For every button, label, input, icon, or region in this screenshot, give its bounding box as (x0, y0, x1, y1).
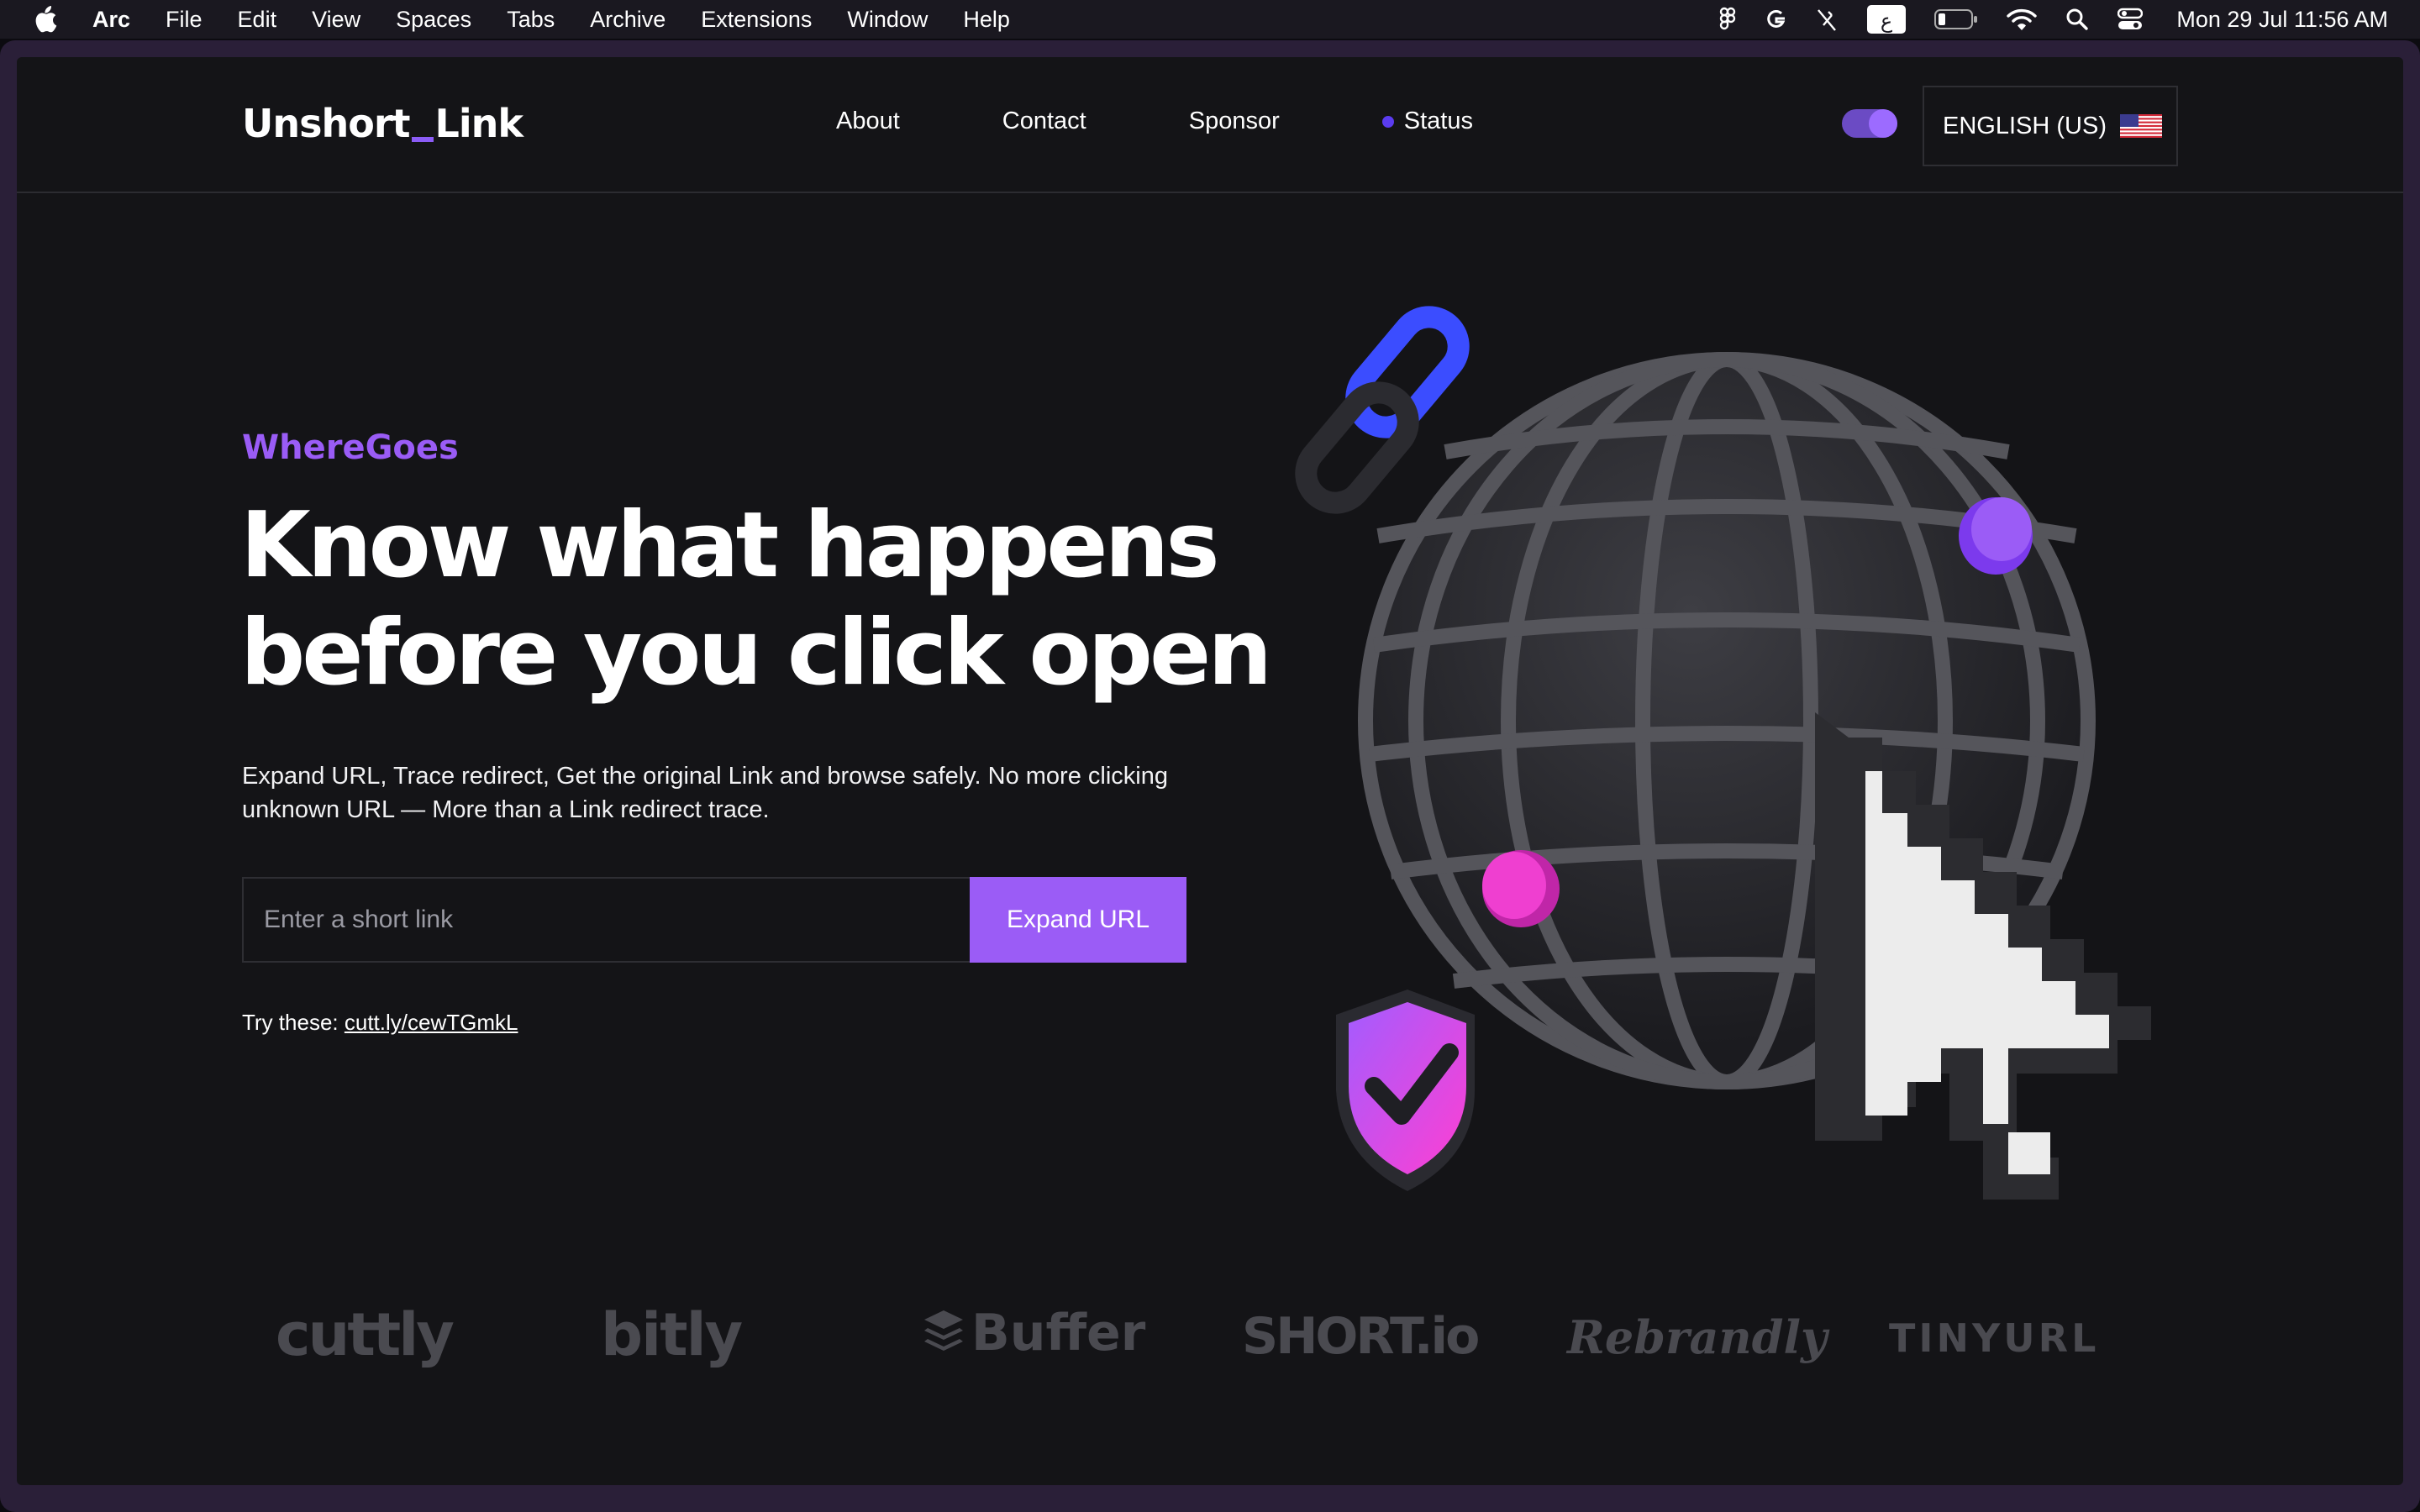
hero-eyebrow: WhereGoes (242, 428, 459, 467)
purple-pin-icon (1959, 497, 2033, 575)
logo-text-right: Link (434, 101, 523, 146)
wifi-icon[interactable] (2007, 8, 2038, 31)
example-link[interactable]: cutt.ly/cewTGmkL (345, 1010, 518, 1035)
status-dot-icon (1381, 115, 1394, 128)
menu-bar-status-area: ع Mon 29 Jul 11:56 AM (1719, 0, 2388, 39)
menu-help[interactable]: Help (963, 0, 1010, 39)
site-logo[interactable]: Unshort Link (242, 101, 523, 146)
chain-link-icon (1295, 306, 1470, 514)
nav-sponsor-link[interactable]: Sponsor (1189, 108, 1280, 135)
try-examples: Try these: cutt.ly/cewTGmkL (242, 1010, 518, 1036)
expand-url-button[interactable]: Expand URL (970, 877, 1186, 963)
menu-archive[interactable]: Archive (590, 0, 666, 39)
web-page: Unshort Link About Contact Sponsor Status… (17, 57, 2403, 1485)
menu-view[interactable]: View (312, 0, 360, 39)
hero-headline: Know what happens before you click open (240, 492, 1291, 707)
menu-spaces[interactable]: Spaces (396, 0, 471, 39)
grammarly-icon[interactable] (1765, 8, 1786, 30)
language-selector[interactable]: ENGLISH (US) (1923, 86, 2178, 166)
nav-status-link[interactable]: Status (1381, 108, 1473, 135)
brand-logo-shortio: SHORT.io (1242, 1307, 1480, 1366)
spotlight-search-icon[interactable] (2065, 8, 2089, 31)
nav-contact-link[interactable]: Contact (1002, 108, 1086, 135)
short-link-input[interactable] (242, 877, 970, 963)
menu-app-name[interactable]: Arc (92, 0, 130, 39)
figma-icon[interactable] (1719, 7, 1736, 32)
brand-logo-rebrandly: Rebrandly (1567, 1310, 1828, 1364)
menu-window[interactable]: Window (847, 0, 928, 39)
brand-logo-buffer: Buffer (923, 1304, 1145, 1362)
brand-logo-bitly: bitly (601, 1300, 743, 1369)
battery-icon[interactable] (1934, 8, 1978, 30)
svg-text:ع: ع (1881, 9, 1893, 33)
language-label: ENGLISH (US) (1943, 112, 2107, 139)
theme-toggle[interactable] (1842, 109, 1897, 138)
menu-tabs[interactable]: Tabs (507, 0, 555, 39)
keyboard-layout-icon[interactable]: ع (1867, 5, 1907, 34)
mic-off-icon[interactable] (1815, 7, 1839, 32)
buffer-wordmark: Buffer (971, 1304, 1146, 1362)
logo-text-left: Unshort (242, 101, 411, 146)
apple-menu-icon[interactable] (34, 5, 59, 34)
main-nav: About Contact Sponsor Status (836, 108, 1576, 135)
brand-logo-cuttly: cuttly (276, 1300, 455, 1369)
supported-services-logos: cuttly bitly Buffer SHORT.io Rebrandly T… (260, 1300, 2143, 1393)
brand-logo-tinyurl: TINYURL (1889, 1315, 2100, 1361)
us-flag-icon (2119, 114, 2162, 138)
menu-edit[interactable]: Edit (238, 0, 277, 39)
control-center-icon[interactable] (2118, 8, 2144, 31)
theme-toggle-knob (1869, 109, 1897, 138)
site-header: Unshort Link About Contact Sponsor Status… (17, 57, 2403, 193)
hero-illustration (1295, 306, 2151, 1200)
hero-description: Expand URL, Trace redirect, Get the orig… (242, 763, 1168, 823)
hero-headline-line-1: Know what happens (240, 493, 1220, 598)
try-label: Try these: (242, 1010, 339, 1035)
hero-headline-line-2: before you click open (240, 601, 1272, 706)
macos-menu-bar: Arc File Edit View Spaces Tabs Archive E… (0, 0, 2420, 39)
buffer-stack-icon (924, 1310, 963, 1351)
nav-status-label: Status (1403, 108, 1473, 134)
logo-underscore-mark (411, 137, 434, 142)
pink-pin-icon (1482, 850, 1560, 927)
menu-extensions[interactable]: Extensions (701, 0, 812, 39)
url-expand-form: Expand URL (242, 877, 1186, 963)
browser-window: Unshort Link About Contact Sponsor Status… (0, 40, 2420, 1512)
menu-bar-clock[interactable]: Mon 29 Jul 11:56 AM (2176, 7, 2388, 33)
nav-about-link[interactable]: About (836, 108, 900, 135)
menu-file[interactable]: File (166, 0, 203, 39)
shield-check-icon (1336, 990, 1475, 1191)
